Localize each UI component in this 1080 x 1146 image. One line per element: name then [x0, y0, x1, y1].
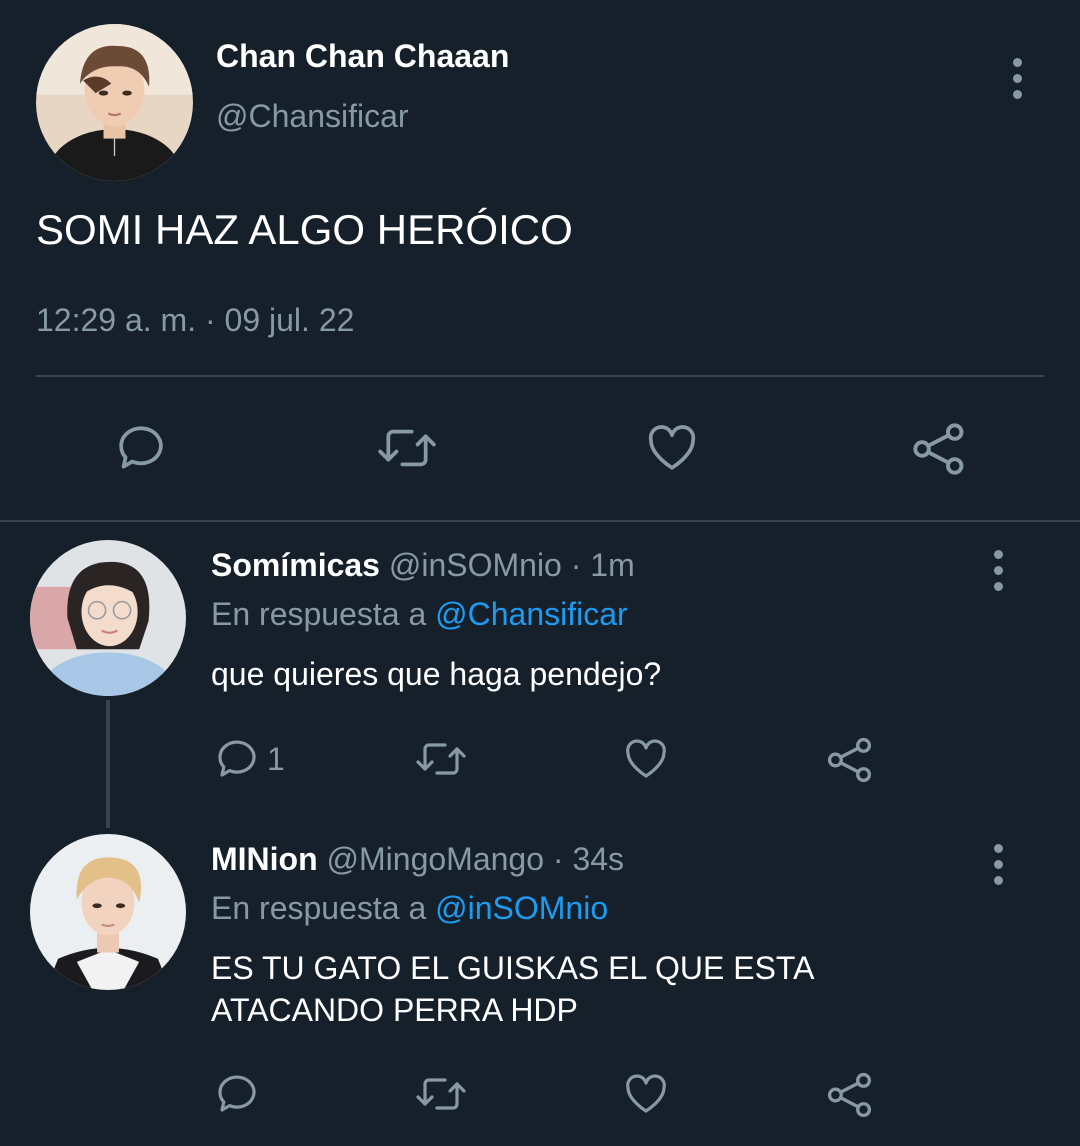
reply-1-reply-prefix: En respuesta a — [211, 596, 427, 632]
reply-icon — [218, 740, 256, 777]
reply-2-time[interactable]: · 34s — [553, 841, 624, 877]
reply-1-header: Somímicas @inSOMnio · 1m — [211, 547, 635, 584]
reply-icon — [119, 426, 163, 469]
like-icon — [648, 425, 696, 470]
reply-1-display-name[interactable]: Somímicas — [211, 547, 380, 583]
avatar-main-image — [36, 24, 193, 181]
reply-2-handle[interactable]: @MingoMango — [327, 841, 544, 877]
reply-2-display-name[interactable]: MINion — [211, 841, 318, 877]
avatar-reply-2-image — [30, 834, 186, 990]
reply-2-like-button[interactable] — [621, 1070, 671, 1118]
reply-1-in-reply-to: En respuesta a @Chansificar — [211, 596, 628, 633]
reply-2-share-button[interactable] — [825, 1070, 875, 1120]
reply-2-in-reply-to: En respuesta a @inSOMnio — [211, 890, 608, 927]
avatar-reply-2[interactable] — [30, 834, 186, 990]
reply-2-header: MINion @MingoMango · 34s — [211, 841, 624, 878]
like-icon — [626, 1074, 666, 1113]
main-share-button[interactable] — [910, 420, 968, 478]
reply-1-reply-button[interactable]: 1 — [213, 735, 285, 783]
reply-1-reply-count: 1 — [267, 740, 285, 777]
reply-1-retweet-button[interactable] — [413, 735, 469, 783]
reply-2-retweet-button[interactable] — [413, 1070, 469, 1118]
reply-1-time[interactable]: · 1m — [571, 547, 635, 583]
main-more-icon[interactable] — [1009, 58, 1025, 99]
reply-2-reply-prefix: En respuesta a — [211, 890, 427, 926]
avatar-main[interactable] — [36, 24, 193, 181]
reply-2-more-icon[interactable] — [990, 844, 1006, 885]
section-divider — [0, 520, 1080, 522]
reply-2-reply-button[interactable] — [213, 1070, 261, 1118]
main-timestamp[interactable]: 12:29 a. m. · 09 jul. 22 — [36, 302, 354, 339]
main-divider — [36, 375, 1044, 377]
main-display-name[interactable]: Chan Chan Chaaan — [216, 38, 509, 75]
main-tweet-text: SOMI HAZ ALGO HERÓICO — [36, 206, 573, 253]
reply-1-more-icon[interactable] — [990, 550, 1006, 591]
main-handle[interactable]: @Chansificar — [216, 98, 409, 135]
share-icon — [827, 737, 872, 783]
share-icon — [827, 1072, 872, 1118]
reply-1-like-button[interactable] — [621, 735, 671, 783]
like-icon — [626, 739, 666, 778]
reply-2-text-line-1: ES TU GATO EL GUISKAS EL QUE ESTA — [211, 950, 815, 986]
retweet-icon — [416, 743, 466, 775]
reply-2-text-line-2: ATACANDO PERRA HDP — [211, 992, 578, 1028]
reply-1-reply-to-link[interactable]: @Chansificar — [435, 596, 628, 632]
reply-1-handle[interactable]: @inSOMnio — [389, 547, 562, 583]
main-retweet-button[interactable] — [374, 420, 440, 476]
retweet-icon — [416, 1078, 466, 1110]
avatar-reply-1-image — [30, 540, 186, 696]
share-icon — [913, 423, 964, 475]
main-reply-button[interactable] — [113, 420, 169, 476]
reply-1-share-button[interactable] — [825, 735, 875, 785]
retweet-icon — [378, 429, 436, 467]
reply-1-text: que quieres que haga pendejo? — [211, 656, 662, 692]
main-like-button[interactable] — [643, 420, 701, 476]
thread-line — [106, 700, 110, 828]
avatar-reply-1[interactable] — [30, 540, 186, 696]
reply-2-reply-to-link[interactable]: @inSOMnio — [435, 890, 608, 926]
reply-icon — [218, 1075, 256, 1112]
